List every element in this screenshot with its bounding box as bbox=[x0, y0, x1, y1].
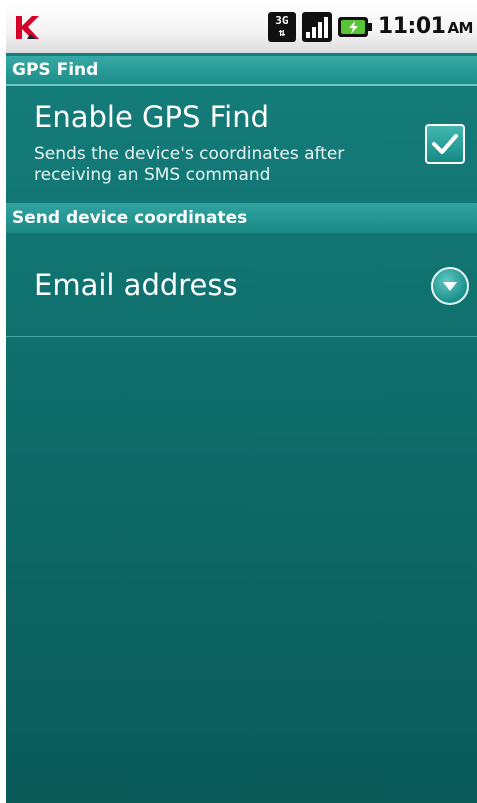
battery-charging-icon bbox=[337, 16, 372, 37]
screen: 3G ⇅ 11:01 AM GPS Find Enable GPS Find S… bbox=[6, 0, 477, 803]
status-icons: 3G ⇅ 11:01 AM bbox=[267, 11, 474, 42]
clock-ampm: AM bbox=[447, 19, 473, 37]
kaspersky-k-icon bbox=[16, 15, 39, 39]
data-arrows-icon: ⇅ bbox=[278, 25, 286, 39]
clock-time: 11:01 bbox=[377, 14, 446, 39]
chevron-down-icon bbox=[443, 282, 457, 291]
email-address-dropdown-button[interactable] bbox=[431, 267, 469, 305]
checkmark-icon bbox=[432, 134, 458, 154]
network-type-label: 3G bbox=[275, 13, 289, 27]
section-header-gps-find: GPS Find bbox=[6, 56, 477, 86]
enable-gps-find-checkbox[interactable] bbox=[425, 124, 465, 164]
clock: 11:01 AM bbox=[377, 14, 474, 39]
status-bar: 3G ⇅ 11:01 AM bbox=[6, 0, 477, 53]
enable-gps-find-summary: Sends the device's coordinates after rec… bbox=[34, 144, 345, 185]
network-3g-icon: 3G ⇅ bbox=[267, 11, 296, 42]
enable-gps-find-title: Enable GPS Find bbox=[34, 100, 270, 134]
section-header-send-device-coordinates: Send device coordinates bbox=[6, 203, 477, 233]
email-address-title: Email address bbox=[34, 267, 238, 302]
signal-strength-icon bbox=[301, 11, 332, 42]
email-address-row[interactable]: Email address bbox=[6, 233, 477, 337]
enable-gps-find-row[interactable]: Enable GPS Find Sends the device's coord… bbox=[6, 86, 477, 203]
